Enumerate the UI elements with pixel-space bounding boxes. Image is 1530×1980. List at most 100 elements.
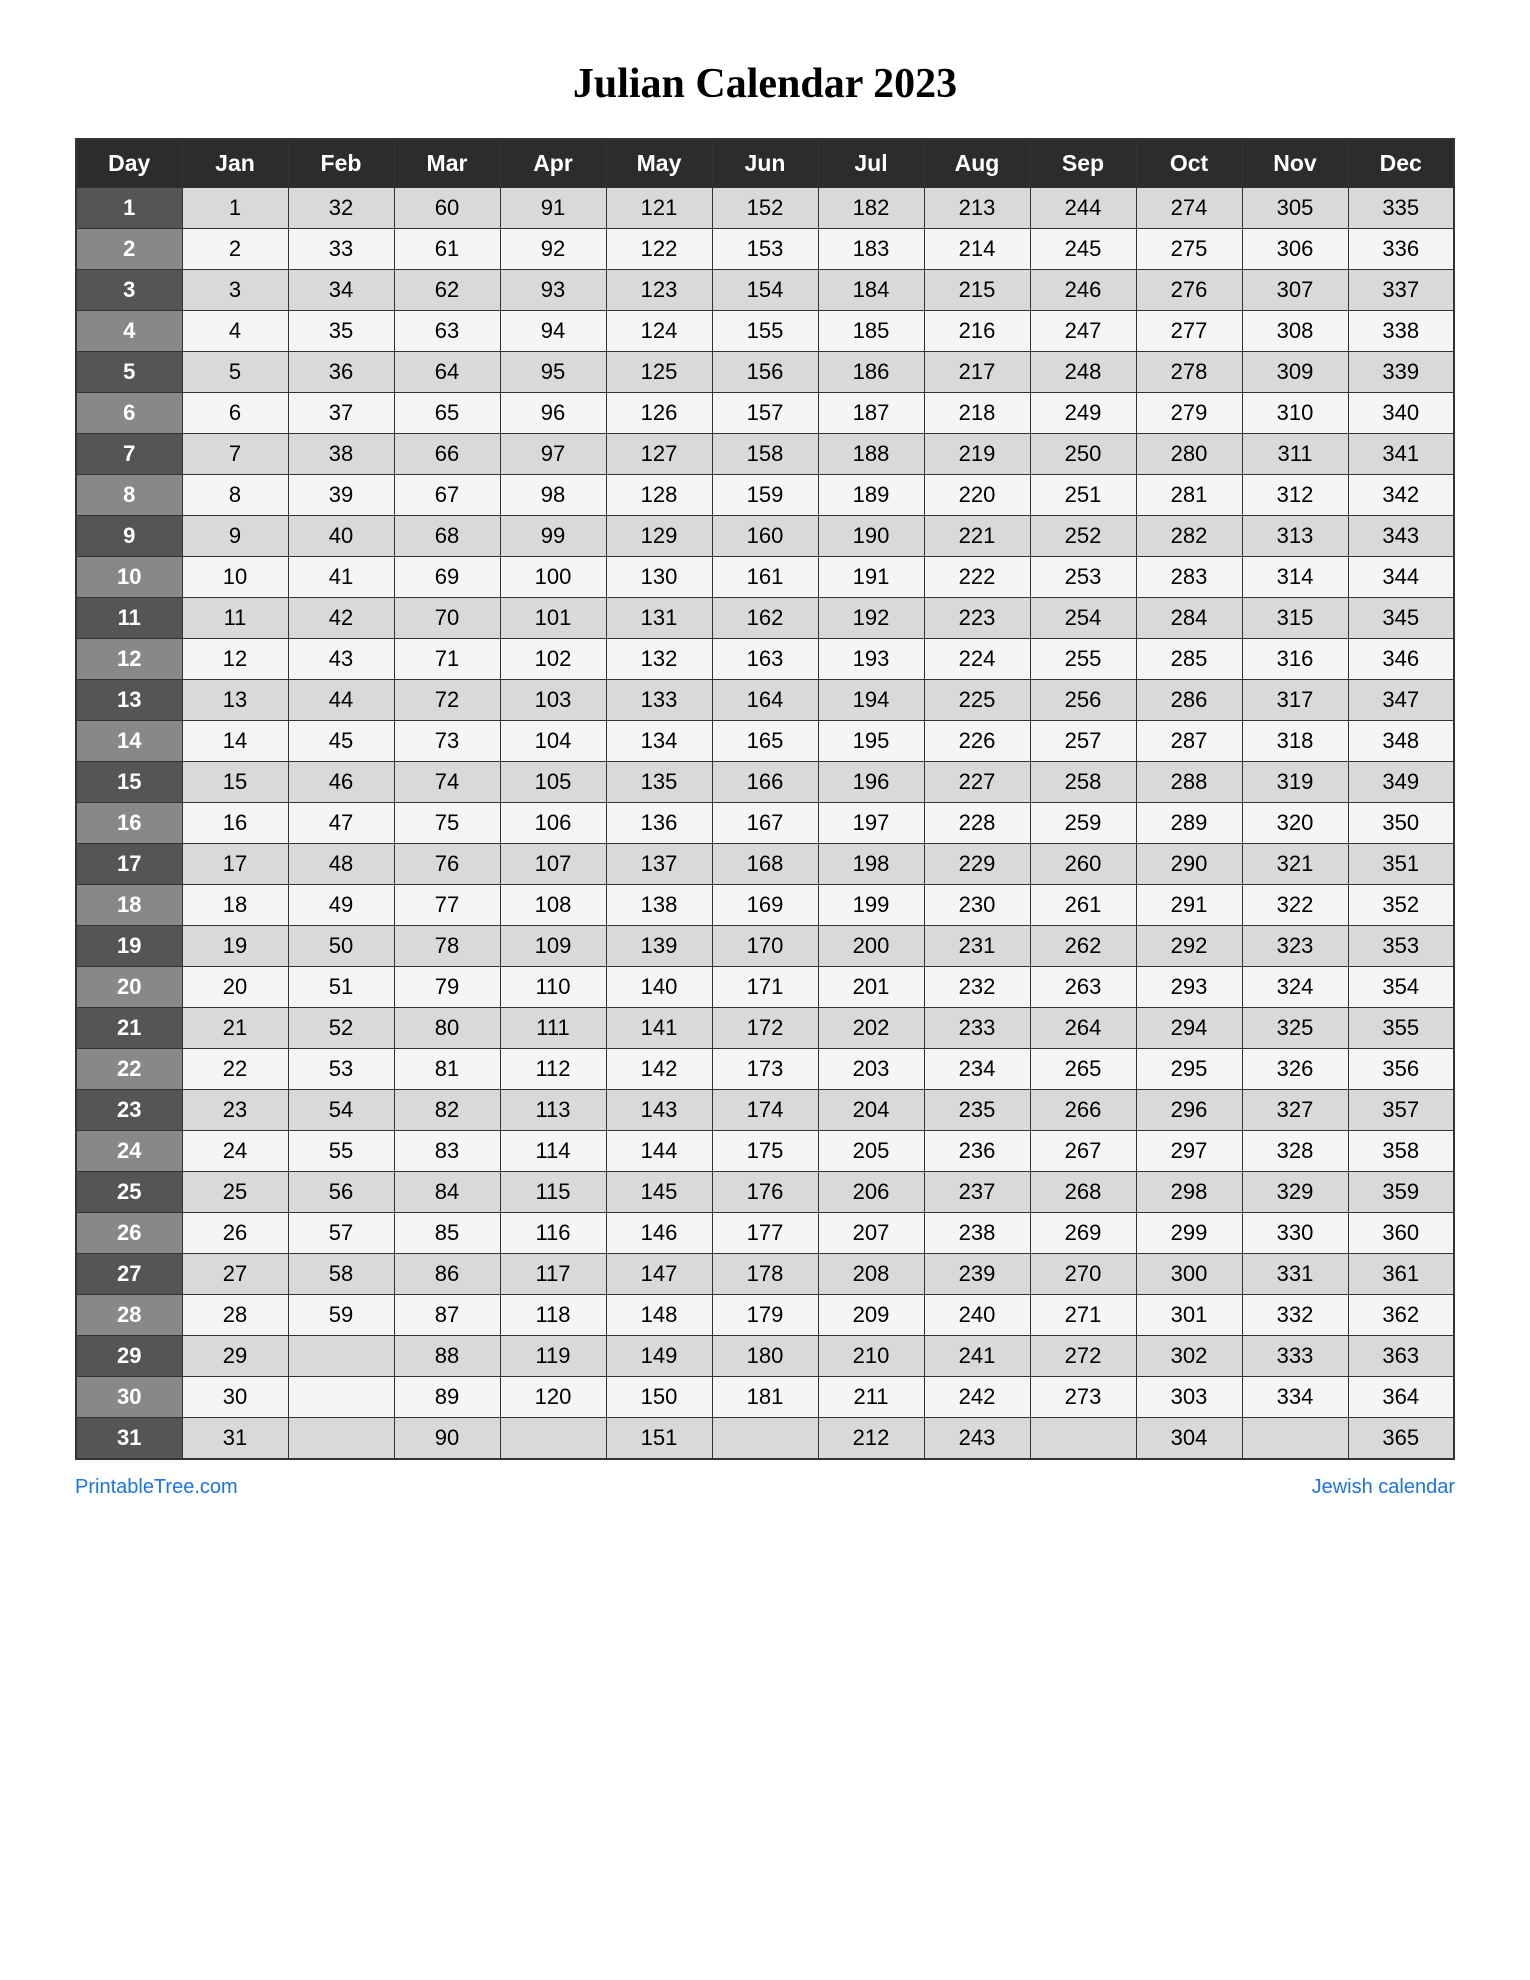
value-cell: 322 bbox=[1242, 885, 1348, 926]
column-header-day: Day bbox=[76, 139, 182, 188]
value-cell: 192 bbox=[818, 598, 924, 639]
value-cell: 28 bbox=[182, 1295, 288, 1336]
value-cell: 236 bbox=[924, 1131, 1030, 1172]
value-cell: 129 bbox=[606, 516, 712, 557]
value-cell: 364 bbox=[1348, 1377, 1454, 1418]
value-cell: 138 bbox=[606, 885, 712, 926]
value-cell: 189 bbox=[818, 475, 924, 516]
value-cell: 206 bbox=[818, 1172, 924, 1213]
value-cell: 254 bbox=[1030, 598, 1136, 639]
value-cell: 209 bbox=[818, 1295, 924, 1336]
value-cell: 160 bbox=[712, 516, 818, 557]
value-cell: 235 bbox=[924, 1090, 1030, 1131]
value-cell: 277 bbox=[1136, 311, 1242, 352]
value-cell: 39 bbox=[288, 475, 394, 516]
column-header-may: May bbox=[606, 139, 712, 188]
table-row: 66376596126157187218249279310340 bbox=[76, 393, 1454, 434]
value-cell: 334 bbox=[1242, 1377, 1348, 1418]
value-cell: 125 bbox=[606, 352, 712, 393]
value-cell: 295 bbox=[1136, 1049, 1242, 1090]
value-cell: 75 bbox=[394, 803, 500, 844]
table-row: 18184977108138169199230261291322352 bbox=[76, 885, 1454, 926]
value-cell: 30 bbox=[182, 1377, 288, 1418]
value-cell: 318 bbox=[1242, 721, 1348, 762]
value-cell: 312 bbox=[1242, 475, 1348, 516]
printabletree-link[interactable]: PrintableTree.com bbox=[75, 1476, 238, 1499]
value-cell: 240 bbox=[924, 1295, 1030, 1336]
value-cell: 247 bbox=[1030, 311, 1136, 352]
value-cell: 117 bbox=[500, 1254, 606, 1295]
day-cell: 14 bbox=[76, 721, 182, 762]
value-cell: 231 bbox=[924, 926, 1030, 967]
value-cell: 339 bbox=[1348, 352, 1454, 393]
table-row: 19195078109139170200231262292323353 bbox=[76, 926, 1454, 967]
value-cell: 164 bbox=[712, 680, 818, 721]
value-cell: 50 bbox=[288, 926, 394, 967]
julian-calendar-table: DayJanFebMarAprMayJunJulAugSepOctNovDec … bbox=[75, 138, 1455, 1460]
value-cell: 88 bbox=[394, 1336, 500, 1377]
value-cell: 105 bbox=[500, 762, 606, 803]
table-row: 27275886117147178208239270300331361 bbox=[76, 1254, 1454, 1295]
value-cell: 264 bbox=[1030, 1008, 1136, 1049]
value-cell: 221 bbox=[924, 516, 1030, 557]
table-row: 11114270101131162192223254284315345 bbox=[76, 598, 1454, 639]
value-cell: 208 bbox=[818, 1254, 924, 1295]
jewish-calendar-link[interactable]: Jewish calendar bbox=[1312, 1476, 1455, 1499]
day-cell: 2 bbox=[76, 229, 182, 270]
value-cell: 142 bbox=[606, 1049, 712, 1090]
table-row: 15154674105135166196227258288319349 bbox=[76, 762, 1454, 803]
value-cell: 243 bbox=[924, 1418, 1030, 1460]
day-cell: 26 bbox=[76, 1213, 182, 1254]
value-cell: 338 bbox=[1348, 311, 1454, 352]
value-cell: 214 bbox=[924, 229, 1030, 270]
value-cell: 183 bbox=[818, 229, 924, 270]
value-cell: 293 bbox=[1136, 967, 1242, 1008]
value-cell: 329 bbox=[1242, 1172, 1348, 1213]
value-cell: 25 bbox=[182, 1172, 288, 1213]
value-cell: 252 bbox=[1030, 516, 1136, 557]
value-cell: 67 bbox=[394, 475, 500, 516]
value-cell: 314 bbox=[1242, 557, 1348, 598]
value-cell: 68 bbox=[394, 516, 500, 557]
value-cell: 79 bbox=[394, 967, 500, 1008]
value-cell: 162 bbox=[712, 598, 818, 639]
value-cell: 354 bbox=[1348, 967, 1454, 1008]
day-cell: 23 bbox=[76, 1090, 182, 1131]
value-cell: 266 bbox=[1030, 1090, 1136, 1131]
day-cell: 18 bbox=[76, 885, 182, 926]
value-cell: 324 bbox=[1242, 967, 1348, 1008]
value-cell: 348 bbox=[1348, 721, 1454, 762]
column-header-aug: Aug bbox=[924, 139, 1030, 188]
value-cell: 176 bbox=[712, 1172, 818, 1213]
value-cell: 244 bbox=[1030, 188, 1136, 229]
value-cell: 210 bbox=[818, 1336, 924, 1377]
table-row: 21215280111141172202233264294325355 bbox=[76, 1008, 1454, 1049]
value-cell: 259 bbox=[1030, 803, 1136, 844]
table-row: 99406899129160190221252282313343 bbox=[76, 516, 1454, 557]
value-cell: 271 bbox=[1030, 1295, 1136, 1336]
value-cell: 289 bbox=[1136, 803, 1242, 844]
value-cell: 90 bbox=[394, 1418, 500, 1460]
value-cell: 12 bbox=[182, 639, 288, 680]
value-cell: 184 bbox=[818, 270, 924, 311]
value-cell: 255 bbox=[1030, 639, 1136, 680]
value-cell: 216 bbox=[924, 311, 1030, 352]
value-cell: 211 bbox=[818, 1377, 924, 1418]
value-cell: 65 bbox=[394, 393, 500, 434]
day-cell: 16 bbox=[76, 803, 182, 844]
value-cell: 326 bbox=[1242, 1049, 1348, 1090]
value-cell: 310 bbox=[1242, 393, 1348, 434]
value-cell: 275 bbox=[1136, 229, 1242, 270]
value-cell: 7 bbox=[182, 434, 288, 475]
value-cell: 297 bbox=[1136, 1131, 1242, 1172]
value-cell: 5 bbox=[182, 352, 288, 393]
day-cell: 12 bbox=[76, 639, 182, 680]
value-cell: 286 bbox=[1136, 680, 1242, 721]
value-cell: 3 bbox=[182, 270, 288, 311]
value-cell: 263 bbox=[1030, 967, 1136, 1008]
value-cell: 274 bbox=[1136, 188, 1242, 229]
value-cell: 294 bbox=[1136, 1008, 1242, 1049]
value-cell: 359 bbox=[1348, 1172, 1454, 1213]
value-cell bbox=[712, 1418, 818, 1460]
value-cell: 52 bbox=[288, 1008, 394, 1049]
